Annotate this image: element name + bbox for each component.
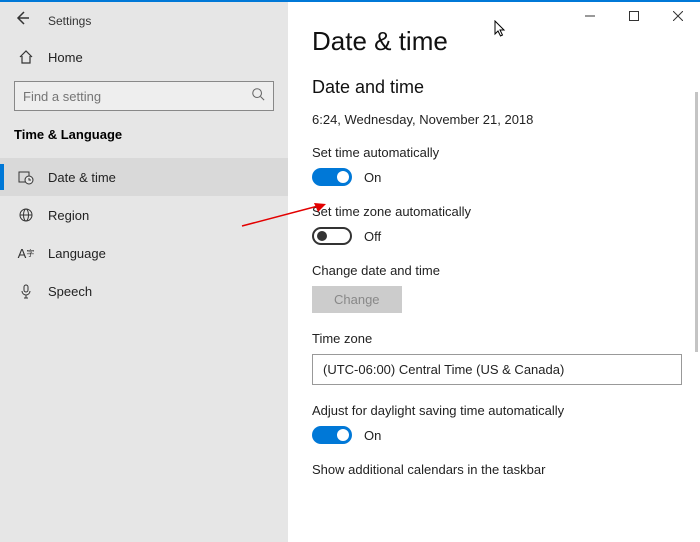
back-button[interactable] bbox=[14, 10, 30, 31]
microphone-icon bbox=[18, 283, 34, 299]
sidebar-item-label: Date & time bbox=[48, 170, 116, 185]
toggle-state: Off bbox=[364, 229, 381, 244]
main-content: Date & time Date and time 6:24, Wednesda… bbox=[288, 2, 700, 542]
page-title: Date & time bbox=[312, 26, 700, 57]
change-button: Change bbox=[312, 286, 402, 313]
dst-toggle[interactable] bbox=[312, 426, 352, 444]
window-title: Settings bbox=[48, 14, 91, 28]
timezone-label: Time zone bbox=[312, 331, 700, 346]
dst-label: Adjust for daylight saving time automati… bbox=[312, 403, 700, 418]
sidebar-item-language[interactable]: A字 Language bbox=[0, 234, 288, 272]
calendar-clock-icon bbox=[18, 169, 34, 185]
set-tz-auto-toggle[interactable] bbox=[312, 227, 352, 245]
sidebar-item-label: Language bbox=[48, 246, 106, 261]
globe-icon bbox=[18, 207, 34, 223]
scrollbar[interactable] bbox=[695, 92, 698, 352]
timezone-select[interactable]: (UTC-06:00) Central Time (US & Canada) bbox=[312, 354, 682, 385]
toggle-state: On bbox=[364, 170, 381, 185]
sidebar-item-region[interactable]: Region bbox=[0, 196, 288, 234]
section-heading: Date and time bbox=[312, 77, 700, 98]
minimize-button[interactable] bbox=[568, 2, 612, 30]
search-input[interactable] bbox=[23, 89, 251, 104]
current-datetime: 6:24, Wednesday, November 21, 2018 bbox=[312, 112, 700, 127]
sidebar-item-date-time[interactable]: Date & time bbox=[0, 158, 288, 196]
home-label: Home bbox=[48, 50, 83, 65]
home-icon bbox=[18, 49, 34, 65]
sidebar-item-label: Region bbox=[48, 208, 89, 223]
language-icon: A字 bbox=[18, 245, 34, 261]
close-button[interactable] bbox=[656, 2, 700, 30]
sidebar-item-label: Speech bbox=[48, 284, 92, 299]
sidebar: Settings Home Time & Language Date & tim… bbox=[0, 2, 288, 542]
timezone-value: (UTC-06:00) Central Time (US & Canada) bbox=[323, 362, 564, 377]
change-dt-label: Change date and time bbox=[312, 263, 700, 278]
search-icon bbox=[251, 87, 265, 106]
home-nav[interactable]: Home bbox=[0, 37, 288, 77]
set-time-auto-label: Set time automatically bbox=[312, 145, 700, 160]
additional-cal-label: Show additional calendars in the taskbar bbox=[312, 462, 700, 477]
sidebar-item-speech[interactable]: Speech bbox=[0, 272, 288, 310]
toggle-state: On bbox=[364, 428, 381, 443]
maximize-button[interactable] bbox=[612, 2, 656, 30]
set-time-auto-toggle[interactable] bbox=[312, 168, 352, 186]
section-header: Time & Language bbox=[0, 127, 288, 158]
set-tz-auto-label: Set time zone automatically bbox=[312, 204, 700, 219]
search-input-wrapper[interactable] bbox=[14, 81, 274, 111]
